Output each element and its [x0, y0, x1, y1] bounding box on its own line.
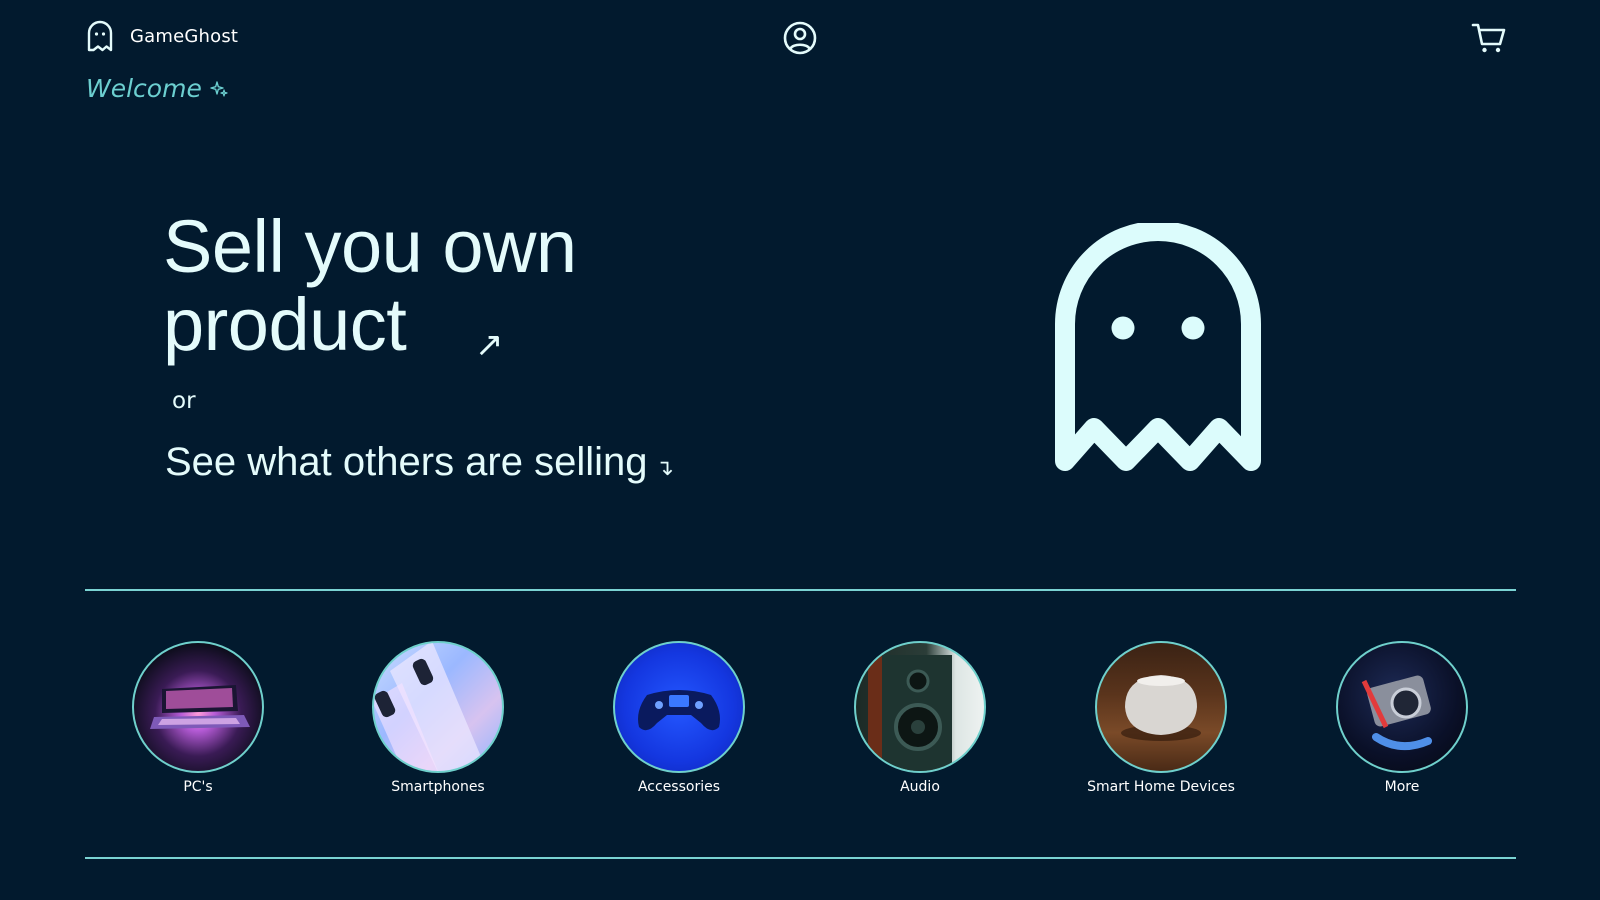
welcome-text: Welcome	[86, 74, 202, 103]
category-list: PC's Smartphones Accessories Audio Smart…	[0, 641, 1600, 811]
sell-product-link[interactable]: Sell you own product ↗	[163, 205, 633, 366]
arrow-down-right-icon: ↴	[655, 455, 674, 480]
category-audio[interactable]: Audio	[820, 641, 1020, 795]
brand-logo-link[interactable]: GameGhost	[86, 20, 238, 52]
ghost-icon	[1055, 223, 1261, 471]
or-separator: or	[172, 388, 196, 414]
ghost-logo-icon	[87, 20, 113, 52]
camera-photo	[1336, 641, 1468, 773]
smartphones-photo	[372, 641, 504, 773]
category-more[interactable]: More	[1302, 641, 1502, 795]
account-button[interactable]	[782, 20, 818, 56]
cart-button[interactable]	[1471, 20, 1507, 56]
category-label: PC's	[183, 779, 213, 795]
sparkle-icon	[210, 80, 228, 97]
shopping-cart-icon	[1471, 23, 1506, 53]
category-label: Smart Home Devices	[1087, 779, 1235, 795]
section-divider	[85, 857, 1516, 859]
smart-speaker-photo	[1095, 641, 1227, 773]
category-pcs[interactable]: PC's	[98, 641, 298, 795]
category-label: More	[1384, 779, 1420, 795]
hero-title-text: Sell you own product	[163, 205, 577, 366]
arrow-up-right-icon: ↗	[475, 326, 504, 364]
welcome-greeting: Welcome	[86, 74, 228, 103]
section-divider	[85, 589, 1516, 591]
category-smartphones[interactable]: Smartphones	[338, 641, 538, 795]
gamepad-photo	[613, 641, 745, 773]
category-smart-home-devices[interactable]: Smart Home Devices	[1061, 641, 1261, 795]
laptop-photo	[132, 641, 264, 773]
landing-page: GameGhost Welcome Sell you own product ↗ …	[0, 0, 1600, 900]
see-link-text: See what others are selling	[165, 440, 648, 484]
browse-listings-link[interactable]: See what others are selling ↴	[165, 440, 674, 485]
brand-name: GameGhost	[130, 25, 239, 47]
category-accessories[interactable]: Accessories	[579, 641, 779, 795]
category-label: Accessories	[637, 779, 721, 795]
category-label: Smartphones	[391, 779, 485, 795]
user-circle-icon	[783, 21, 817, 55]
category-label: Audio	[900, 779, 940, 795]
speaker-photo	[854, 641, 986, 773]
